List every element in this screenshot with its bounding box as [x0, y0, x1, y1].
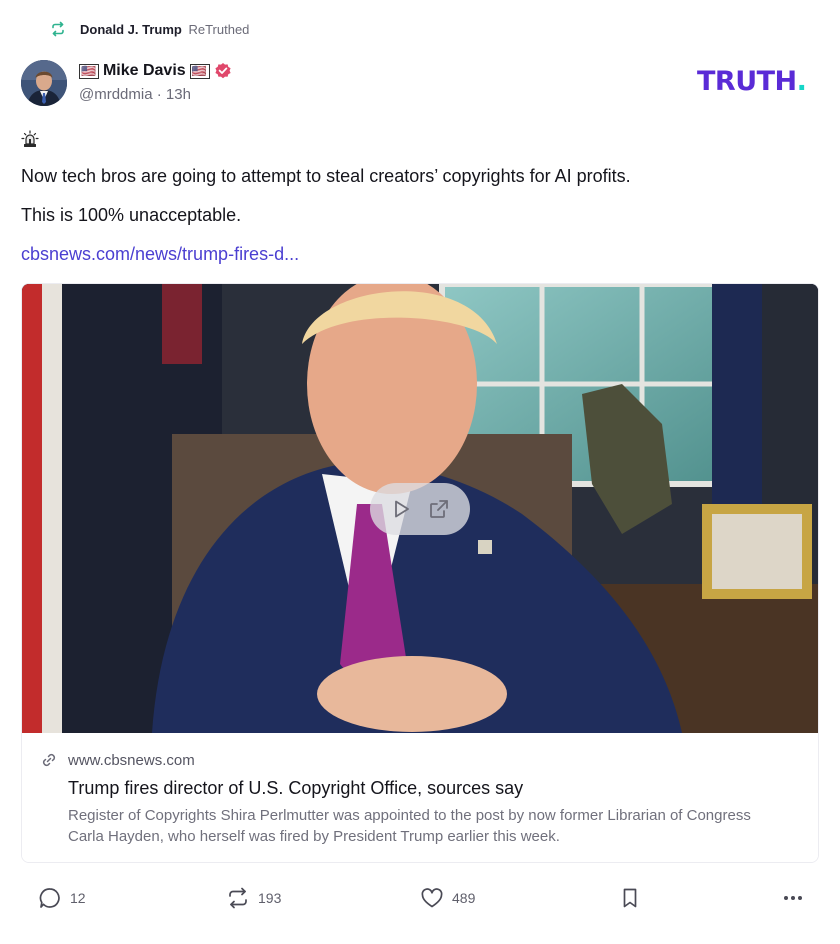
verified-badge-icon — [214, 62, 232, 80]
open-external-icon[interactable] — [428, 498, 450, 520]
bookmark-icon — [618, 886, 642, 910]
preview-title[interactable]: Trump fires director of U.S. Copyright O… — [68, 778, 523, 799]
link-preview-card[interactable]: www.cbsnews.com Trump fires director of … — [21, 283, 819, 863]
post-link[interactable]: cbsnews.com/news/trump-fires-d... — [21, 244, 299, 265]
more-options-button[interactable] — [781, 886, 805, 910]
post-author: 🇺🇸 Mike Davis 🇺🇸 @mrddmia · 13h — [21, 60, 232, 106]
preview-info[interactable]: www.cbsnews.com Trump fires director of … — [22, 733, 818, 862]
post-text-line-2: This is 100% unacceptable. — [21, 205, 242, 225]
media-controls — [370, 483, 470, 535]
preview-domain: www.cbsnews.com — [68, 751, 195, 769]
alarm-emoji-icon — [21, 130, 39, 148]
play-icon[interactable] — [390, 498, 412, 520]
avatar[interactable] — [21, 60, 67, 106]
retruth-label: ReTruthed — [188, 21, 250, 37]
truth-logo-text: TRUTH — [697, 66, 797, 97]
reply-count: 12 — [70, 890, 86, 906]
preview-image[interactable] — [22, 284, 818, 733]
retruth-action-icon — [226, 886, 250, 910]
reply-button[interactable]: 12 — [38, 886, 86, 910]
author-handle[interactable]: @mrddmia — [79, 86, 153, 103]
retruth-count: 193 — [258, 890, 282, 906]
flag-left: 🇺🇸 — [79, 63, 99, 79]
post-text-line-1: Now tech bros are going to attempt to st… — [21, 166, 631, 186]
bookmark-button[interactable] — [618, 886, 642, 910]
link-icon — [40, 751, 58, 769]
post-actions: 12 193 489 — [0, 880, 840, 916]
heart-icon — [420, 886, 444, 910]
post-timestamp[interactable]: · 13h — [157, 86, 191, 103]
author-display-name[interactable]: Mike Davis — [103, 62, 186, 80]
retruth-user-link[interactable]: Donald J. Trump — [80, 22, 182, 37]
truth-logo[interactable]: TRUTH. — [697, 66, 807, 97]
more-icon — [781, 886, 805, 910]
retruth-header: Donald J. Trump ReTruthed — [50, 19, 249, 39]
reply-icon — [38, 886, 62, 910]
like-count: 489 — [452, 890, 476, 906]
retruth-icon — [50, 21, 66, 37]
like-button[interactable]: 489 — [420, 886, 475, 910]
truth-logo-dot: . — [796, 66, 807, 97]
preview-description: Register of Copyrights Shira Perlmutter … — [68, 807, 751, 845]
retruth-button[interactable]: 193 — [226, 886, 281, 910]
flag-right: 🇺🇸 — [189, 63, 210, 79]
